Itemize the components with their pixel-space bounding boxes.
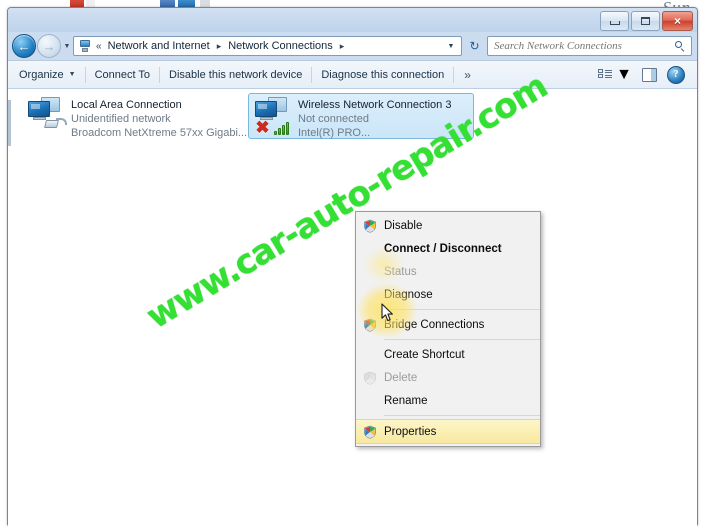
breadcrumb-item-network-connections[interactable]: Network Connections (226, 39, 335, 53)
forward-button[interactable]: → (37, 34, 61, 58)
refresh-icon: ↻ (469, 39, 480, 53)
network-icon (78, 39, 92, 53)
help-button[interactable]: ? (663, 63, 689, 87)
preview-pane-button[interactable] (638, 65, 661, 85)
breadcrumb-item-network-and-internet[interactable]: Network and Internet (106, 39, 212, 53)
back-arrow-icon: ← (17, 38, 31, 54)
breadcrumb-separator-2[interactable]: ▸ (335, 41, 350, 52)
menu-item-rename[interactable]: Rename (356, 389, 540, 412)
toolbar-diagnose-button[interactable]: Diagnose this connection (314, 65, 451, 85)
close-button[interactable]: × (662, 11, 693, 31)
toolbar-separator-1 (84, 66, 86, 83)
shield-icon (363, 219, 377, 233)
toolbar-right-group: ▼ ? (594, 63, 693, 87)
refresh-button[interactable]: ↻ (465, 37, 484, 55)
explorer-window: × ← → ▼ « Network and Internet ▸ Network… (7, 7, 698, 531)
red-x-icon: ✖ (255, 118, 270, 137)
toolbar-diagnose-label: Diagnose this connection (321, 68, 445, 81)
toolbar-separator-4 (453, 66, 455, 83)
command-toolbar: Organize ▼ Connect To Disable this netwo… (8, 60, 697, 89)
search-box[interactable] (487, 36, 692, 56)
address-bar-row: ← → ▼ « Network and Internet ▸ Network C… (8, 32, 697, 60)
context-menu: Disable Connect / Disconnect Status Diag… (355, 211, 541, 447)
menu-item-label: Diagnose (384, 288, 433, 301)
maximize-button[interactable] (631, 11, 660, 31)
menu-separator-3 (384, 415, 540, 416)
toolbar-organize-button[interactable]: Organize ▼ (12, 65, 83, 85)
connection-item-local-area-connection[interactable]: Local Area Connection Unidentified netwo… (22, 94, 248, 140)
toolbar-connect-to-label: Connect To (94, 68, 151, 81)
connection-device: Broadcom NetXtreme 57xx Gigabi... (71, 127, 248, 139)
shield-icon (363, 425, 377, 439)
toolbar-disable-device-button[interactable]: Disable this network device (162, 65, 309, 85)
menu-item-label: Create Shortcut (384, 348, 465, 361)
menu-item-properties[interactable]: Properties (356, 419, 540, 444)
window-controls: × (600, 11, 693, 31)
toolbar-organize-label: Organize (19, 68, 64, 81)
preview-pane-icon (642, 67, 657, 82)
splitter-grip (8, 100, 11, 146)
title-bar: × (8, 8, 697, 32)
chevron-down-icon: ▼ (616, 65, 632, 83)
breadcrumb-overflow-icon[interactable]: « (94, 41, 106, 52)
menu-item-bridge-connections[interactable]: Bridge Connections (356, 313, 540, 336)
connection-icon-lan (25, 97, 67, 135)
content-area: Local Area Connection Unidentified netwo… (8, 89, 697, 531)
close-icon: × (673, 14, 681, 28)
breadcrumb-separator-1[interactable]: ▸ (212, 41, 227, 52)
minimize-button[interactable] (600, 11, 629, 31)
search-input[interactable] (492, 39, 674, 53)
network-cable-icon (44, 117, 67, 130)
toolbar-overflow-button[interactable]: » (456, 66, 478, 84)
connection-status: Not connected (298, 113, 369, 125)
connection-icon-wireless: ✖ (252, 97, 294, 137)
recent-pages-button[interactable]: ▼ (61, 43, 73, 50)
menu-item-status: Status (356, 260, 540, 283)
maximize-icon (641, 17, 650, 25)
menu-item-create-shortcut[interactable]: Create Shortcut (356, 343, 540, 366)
minimize-icon (609, 21, 620, 25)
connection-device: Intel(R) PRO... (298, 127, 371, 139)
menu-item-disable[interactable]: Disable (356, 214, 540, 237)
address-dropdown-icon[interactable]: ▼ (444, 43, 458, 50)
help-icon: ? (667, 65, 685, 84)
menu-item-connect-disconnect[interactable]: Connect / Disconnect (356, 237, 540, 260)
menu-separator-1 (384, 309, 540, 310)
toolbar-disable-device-label: Disable this network device (169, 68, 303, 81)
chevron-down-icon: ▼ (68, 71, 76, 78)
views-icon (598, 68, 613, 82)
menu-item-label: Properties (384, 425, 437, 438)
toolbar-separator-3 (311, 66, 313, 83)
shield-icon (363, 318, 377, 332)
menu-item-label: Bridge Connections (384, 318, 485, 331)
toolbar-separator-2 (159, 66, 161, 83)
shield-icon (363, 371, 377, 385)
change-view-button[interactable]: ▼ (594, 63, 636, 87)
back-button[interactable]: ← (12, 34, 36, 58)
address-box[interactable]: « Network and Internet ▸ Network Connect… (73, 36, 462, 56)
menu-item-label: Connect / Disconnect (384, 242, 502, 255)
forward-arrow-icon: → (42, 38, 56, 54)
connection-text-wireless: Wireless Network Connection 3 Not connec… (294, 97, 451, 140)
menu-separator-2 (384, 339, 540, 340)
connection-status: Unidentified network (71, 113, 171, 125)
menu-item-label: Rename (384, 394, 428, 407)
menu-item-label: Disable (384, 219, 423, 232)
connection-name: Wireless Network Connection 3 (298, 99, 452, 111)
search-icon (674, 40, 687, 53)
menu-item-delete: Delete (356, 366, 540, 389)
toolbar-connect-to-button[interactable]: Connect To (88, 65, 157, 85)
connection-name: Local Area Connection (71, 99, 182, 111)
navigation-pane-splitter[interactable] (8, 90, 11, 531)
signal-bars-icon (274, 121, 292, 135)
menu-item-label: Delete (384, 371, 418, 384)
menu-item-label: Status (384, 265, 417, 278)
connection-item-wireless-network-connection-3[interactable]: ✖ Wireless Network Connection 3 Not conn… (248, 93, 474, 139)
screenshot-root: Sun × ← → ▼ « Network and Internet ▸ Net… (0, 0, 705, 531)
breadcrumb: « Network and Internet ▸ Network Connect… (94, 39, 444, 53)
menu-item-diagnose[interactable]: Diagnose (356, 283, 540, 306)
connection-text-lan: Local Area Connection Unidentified netwo… (67, 97, 248, 140)
